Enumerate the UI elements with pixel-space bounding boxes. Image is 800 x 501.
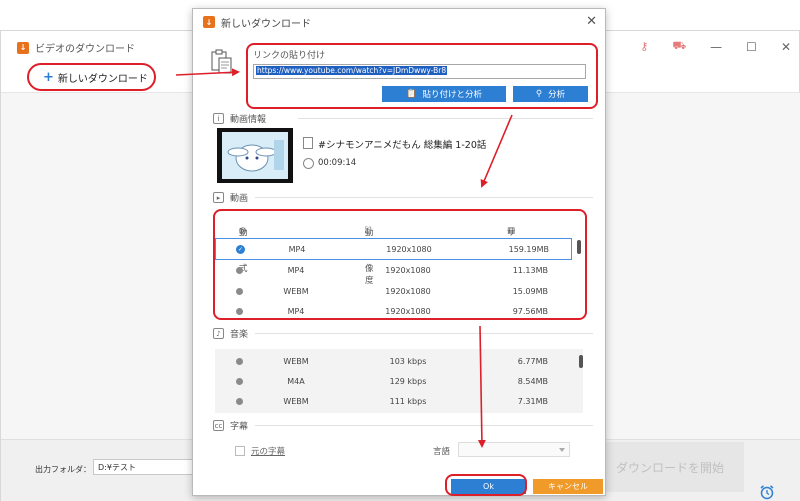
format-cell: WEBM — [283, 357, 309, 366]
table-row[interactable]: WEBM 111 kbps 7.31MB — [215, 391, 572, 413]
video-label: 動画 — [230, 194, 249, 204]
close-icon[interactable]: ✕ — [781, 40, 791, 54]
output-folder-field[interactable]: D:¥テスト — [93, 459, 198, 475]
annotation-box-ok — [445, 474, 527, 496]
cinnamon-thumbnail-art — [222, 132, 288, 179]
annotation-box-video-table — [213, 209, 587, 320]
divider — [298, 118, 593, 119]
dialog-close-icon[interactable]: ✕ — [586, 14, 597, 29]
original-subtitles-checkbox[interactable] — [235, 446, 245, 456]
original-subtitles-label[interactable]: 元の字幕 — [251, 445, 285, 457]
video-info-section-label: i 動画情報 — [213, 112, 266, 125]
annotation-box-new-download — [27, 63, 156, 91]
audio-section-label: ♪ 音楽 — [213, 327, 248, 340]
radio-dot[interactable] — [236, 398, 243, 405]
info-icon: i — [213, 113, 224, 124]
format-cell: M4A — [287, 377, 305, 386]
table-row[interactable]: WEBM 103 kbps 6.77MB — [215, 351, 572, 373]
clock-icon — [303, 158, 314, 169]
size-cell: 6.77MB — [517, 357, 548, 366]
divider — [255, 197, 593, 198]
main-window-title: ビデオのダウンロード — [35, 44, 135, 55]
language-select[interactable] — [458, 442, 570, 457]
language-label: 言語 — [433, 447, 451, 457]
alarm-clock-icon[interactable] — [759, 484, 775, 500]
table-row[interactable]: M4A 129 kbps 8.54MB — [215, 371, 572, 393]
cancel-button[interactable]: キャンセル — [533, 479, 603, 494]
bitrate-cell: 111 kbps — [389, 397, 427, 406]
app-download-icon: ↓ — [17, 41, 29, 54]
bitrate-cell: 103 kbps — [389, 357, 427, 366]
app-download-icon: ↓ — [203, 16, 215, 28]
document-icon — [303, 137, 313, 149]
video-icon: ▸ — [213, 192, 224, 203]
key-icon[interactable]: ⚷ — [640, 40, 648, 53]
output-folder-label: 出力フォルダ： — [35, 465, 91, 474]
radio-dot[interactable] — [236, 378, 243, 385]
divider — [255, 425, 593, 426]
subtitle-label: 字幕 — [230, 422, 249, 432]
dialog-titlebar: ↓ 新しいダウンロード — [193, 9, 605, 35]
subtitle-section-label: cc 字幕 — [213, 419, 248, 432]
music-note-icon: ♪ — [213, 328, 224, 339]
size-cell: 7.31MB — [517, 397, 548, 406]
main-window-controls: ⚷ ⛟ — ☐ ✕ — [640, 39, 791, 54]
video-section-label: ▸ 動画 — [213, 191, 248, 204]
dialog-title: 新しいダウンロード — [221, 18, 311, 30]
maximize-icon[interactable]: ☐ — [746, 40, 757, 54]
main-titlebar: ↓ ビデオのダウンロード — [17, 40, 135, 55]
audio-label: 音楽 — [230, 330, 249, 340]
cart-icon[interactable]: ⛟ — [672, 39, 686, 54]
video-thumbnail — [217, 128, 293, 183]
bitrate-cell: 129 kbps — [389, 377, 427, 386]
divider — [255, 333, 593, 334]
video-title: #シナモンアニメだもん 総集編 1-20話 — [318, 140, 487, 151]
paste-clipboard-icon — [211, 49, 232, 74]
size-cell: 8.54MB — [517, 377, 548, 386]
minimize-icon[interactable]: — — [710, 40, 722, 54]
format-cell: WEBM — [283, 397, 309, 406]
video-info-label: 動画情報 — [230, 115, 267, 125]
annotation-box-paste-link — [246, 43, 598, 109]
audio-format-table: WEBM 103 kbps 6.77MB M4A 129 kbps 8.54MB… — [215, 349, 583, 413]
audio-table-scrollbar[interactable] — [579, 355, 583, 368]
start-download-button[interactable]: ダウンロードを開始 — [604, 442, 744, 492]
video-duration: 00:09:14 — [318, 158, 357, 168]
cc-icon: cc — [213, 420, 224, 431]
radio-dot[interactable] — [236, 358, 243, 365]
